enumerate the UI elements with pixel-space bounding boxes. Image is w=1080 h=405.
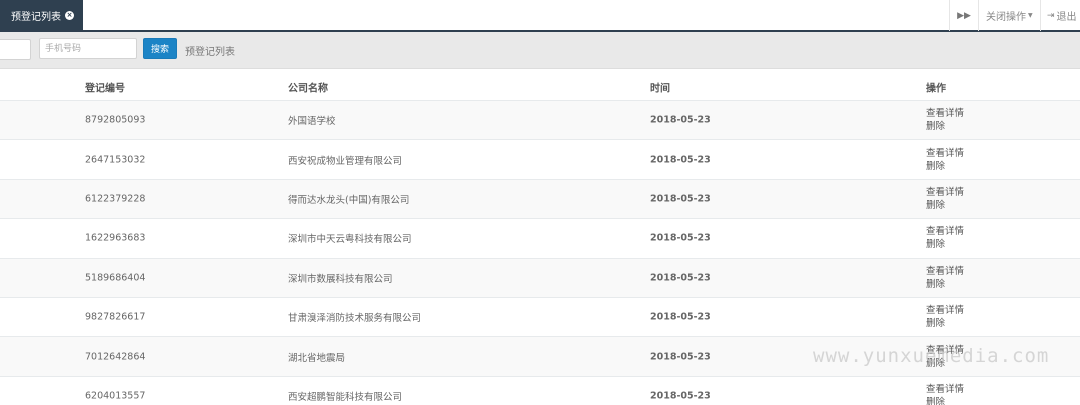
search-bar: 搜索 预登记列表 <box>0 32 1080 69</box>
table-row: 9827826617 甘肃溴泽消防技术服务有限公司 2018-05-23 查看详… <box>0 297 1080 338</box>
row-company: 外国语学校 <box>288 116 336 128</box>
preregister-table: 登记编号 公司名称 时间 操作 8792805093 外国语学校 2018-05… <box>0 70 1080 405</box>
header-id: 登记编号 <box>85 83 125 95</box>
exit-icon: ⇥ <box>1047 10 1055 21</box>
row-company: 甘肃溴泽消防技术服务有限公司 <box>288 313 422 325</box>
table-row: 2647153032 西安祝成物业管理有限公司 2018-05-23 查看详情 … <box>0 140 1080 180</box>
exit-button[interactable]: ⇥ 退出 <box>1040 0 1080 31</box>
row-company: 西安超鹏智能科技有限公司 <box>288 391 403 403</box>
row-date: 2018-05-23 <box>650 390 711 402</box>
tab-bar: 预登记列表 × ▶▶ 关闭操作 ▼ ⇥ 退出 <box>0 0 1080 32</box>
row-id: 6122379228 <box>85 193 146 205</box>
delete-link[interactable]: 删除 <box>926 357 964 370</box>
row-id: 9827826617 <box>85 311 146 323</box>
row-actions: 查看详情 删除 <box>926 186 964 212</box>
table-row: 7012642864 湖北省地震局 2018-05-23 查看详情 删除 <box>0 337 1080 377</box>
row-date: 2018-05-23 <box>650 232 711 244</box>
table-row: 6204013557 西安超鹏智能科技有限公司 2018-05-23 查看详情 … <box>0 376 1080 405</box>
partial-input[interactable] <box>0 39 31 60</box>
row-company: 湖北省地震局 <box>288 352 346 364</box>
table-row: 1622963683 深圳市中天云粤科技有限公司 2018-05-23 查看详情… <box>0 219 1080 259</box>
delete-link[interactable]: 删除 <box>926 396 964 405</box>
view-details-link[interactable]: 查看详情 <box>926 186 964 199</box>
close-ops-dropdown[interactable]: 关闭操作 ▼ <box>978 0 1040 31</box>
row-date: 2018-05-23 <box>650 114 711 126</box>
row-actions: 查看详情 删除 <box>926 304 964 330</box>
tab-preregister-list[interactable]: 预登记列表 × <box>0 0 83 31</box>
row-id: 7012642864 <box>85 351 146 363</box>
header-time: 时间 <box>650 83 670 95</box>
row-actions: 查看详情 删除 <box>926 265 964 291</box>
row-actions: 查看详情 删除 <box>926 383 964 405</box>
row-actions: 查看详情 删除 <box>926 147 964 173</box>
caret-down-icon: ▼ <box>1028 12 1033 19</box>
table-row: 8792805093 外国语学校 2018-05-23 查看详情 删除 <box>0 101 1080 141</box>
view-details-link[interactable]: 查看详情 <box>926 107 964 120</box>
delete-link[interactable]: 删除 <box>926 120 964 133</box>
tab-tools: ▶▶ 关闭操作 ▼ ⇥ 退出 <box>949 0 1080 31</box>
row-id: 5189686404 <box>85 272 146 284</box>
view-details-link[interactable]: 查看详情 <box>926 225 964 238</box>
delete-link[interactable]: 删除 <box>926 278 964 291</box>
delete-link[interactable]: 删除 <box>926 199 964 212</box>
search-button[interactable]: 搜索 <box>143 38 177 59</box>
row-date: 2018-05-23 <box>650 311 711 323</box>
tab-label: 预登记列表 <box>11 12 61 23</box>
table-header: 登记编号 公司名称 时间 操作 <box>0 70 1080 101</box>
row-date: 2018-05-23 <box>650 272 711 284</box>
header-actions: 操作 <box>926 83 946 95</box>
exit-label: 退出 <box>1056 12 1077 23</box>
row-id: 1622963683 <box>85 232 146 244</box>
phone-input[interactable] <box>39 38 137 59</box>
table-row: 5189686404 深圳市数展科技有限公司 2018-05-23 查看详情 删… <box>0 258 1080 298</box>
view-details-link[interactable]: 查看详情 <box>926 147 964 160</box>
row-date: 2018-05-23 <box>650 351 711 363</box>
delete-link[interactable]: 删除 <box>926 317 964 330</box>
row-company: 深圳市中天云粤科技有限公司 <box>288 234 412 246</box>
row-date: 2018-05-23 <box>650 154 711 166</box>
row-id: 2647153032 <box>85 154 146 166</box>
close-ops-label: 关闭操作 <box>986 12 1026 23</box>
view-details-link[interactable]: 查看详情 <box>926 265 964 278</box>
forward-icon[interactable]: ▶▶ <box>949 0 978 31</box>
row-actions: 查看详情 删除 <box>926 344 964 370</box>
row-company: 得而达水龙头(中国)有限公司 <box>288 194 410 206</box>
table-row: 6122379228 得而达水龙头(中国)有限公司 2018-05-23 查看详… <box>0 179 1080 220</box>
view-details-link[interactable]: 查看详情 <box>926 383 964 396</box>
view-details-link[interactable]: 查看详情 <box>926 344 964 357</box>
row-company: 西安祝成物业管理有限公司 <box>288 155 403 167</box>
header-company: 公司名称 <box>288 83 328 95</box>
row-id: 8792805093 <box>85 114 146 126</box>
row-company: 深圳市数展科技有限公司 <box>288 273 393 285</box>
close-icon[interactable]: × <box>65 11 74 20</box>
row-actions: 查看详情 删除 <box>926 225 964 251</box>
delete-link[interactable]: 删除 <box>926 238 964 251</box>
search-caption: 预登记列表 <box>185 47 235 58</box>
row-actions: 查看详情 删除 <box>926 107 964 133</box>
view-details-link[interactable]: 查看详情 <box>926 304 964 317</box>
delete-link[interactable]: 删除 <box>926 160 964 173</box>
row-date: 2018-05-23 <box>650 193 711 205</box>
row-id: 6204013557 <box>85 390 146 402</box>
